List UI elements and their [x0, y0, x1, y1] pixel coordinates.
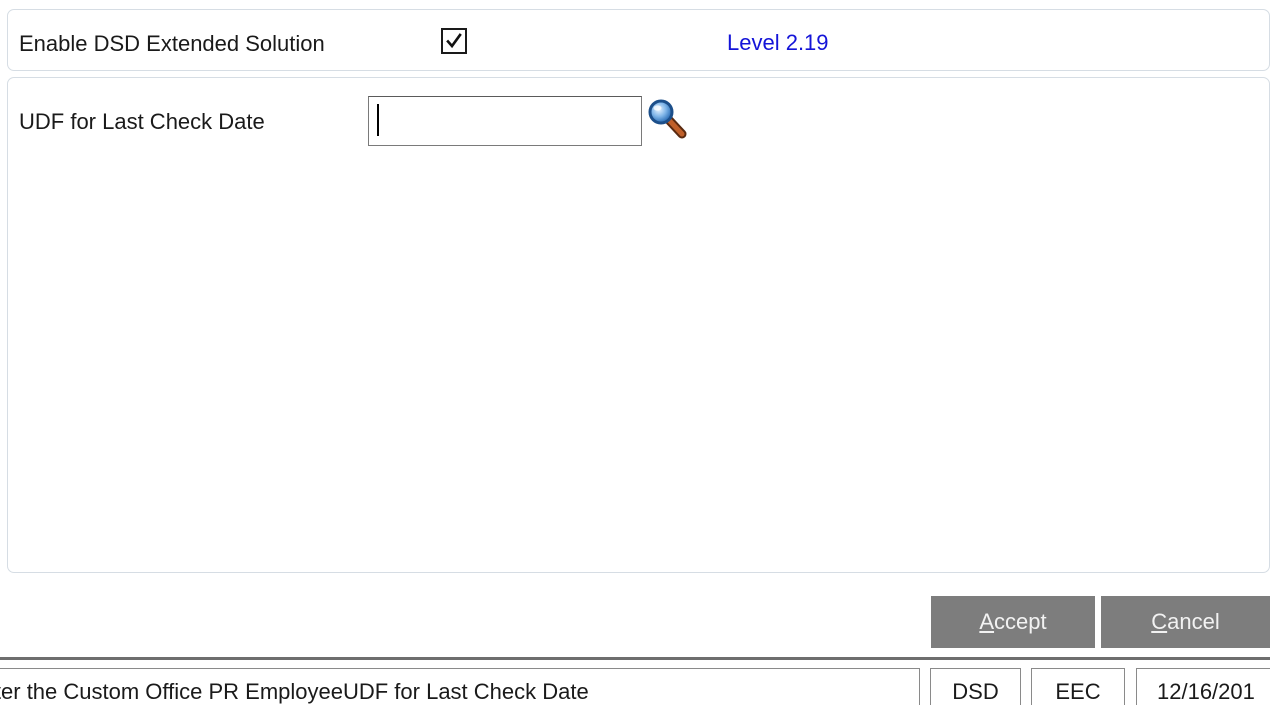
- main-panel: [7, 77, 1270, 573]
- accept-button[interactable]: Accept: [931, 596, 1095, 648]
- status-message: Enter the Custom Office PR EmployeeUDF f…: [0, 668, 920, 705]
- cancel-button[interactable]: Cancel: [1101, 596, 1270, 648]
- text-cursor: [377, 104, 379, 136]
- check-mark-icon: [446, 33, 462, 49]
- cancel-mnemonic: C: [1151, 609, 1168, 634]
- cancel-label: ancel: [1167, 609, 1220, 634]
- accept-mnemonic: A: [979, 609, 995, 634]
- status-app-code: DSD: [930, 668, 1021, 705]
- status-bar: Enter the Custom Office PR EmployeeUDF f…: [0, 657, 1270, 705]
- status-module-code: EEC: [1031, 668, 1125, 705]
- udf-last-check-date-label: UDF for Last Check Date: [19, 109, 265, 134]
- magnifier-icon[interactable]: [646, 97, 688, 139]
- status-date: 12/16/201: [1136, 668, 1270, 705]
- level-text: Level 2.19: [727, 30, 829, 55]
- accept-label: ccept: [994, 609, 1047, 634]
- enable-dsd-checkbox[interactable]: [441, 28, 467, 54]
- udf-last-check-date-input[interactable]: [368, 96, 642, 146]
- enable-dsd-label: Enable DSD Extended Solution: [19, 31, 325, 56]
